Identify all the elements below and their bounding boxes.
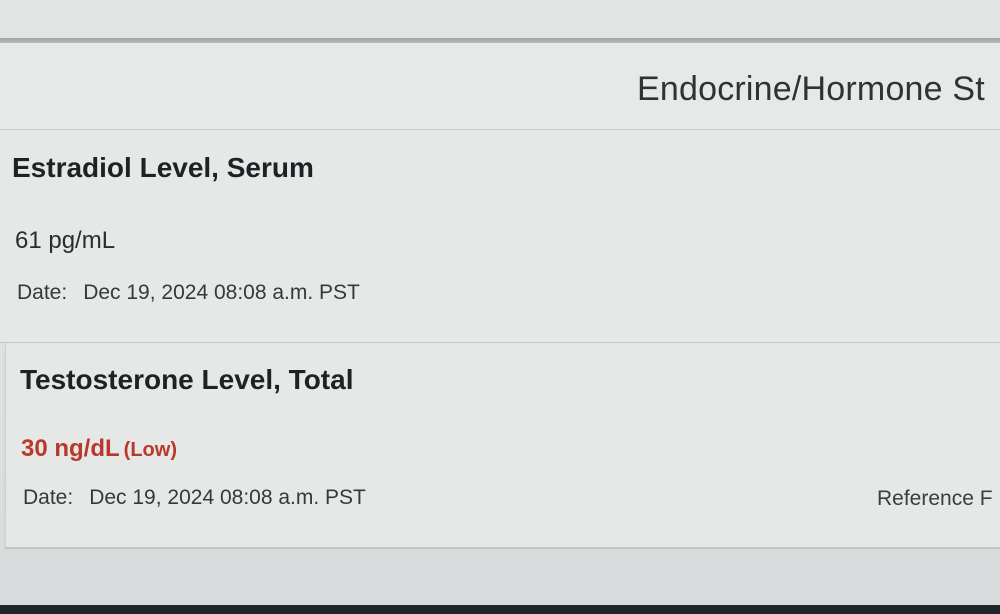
date-value: Dec 19, 2024 08:08 a.m. PST [83,281,360,304]
section-title: Endocrine/Hormone St [637,70,985,108]
result-card-testosterone[interactable]: Testosterone Level, Total 30 ng/dL (Low) … [5,343,1000,549]
date-label: Date: [17,281,68,304]
top-strip [0,0,1000,40]
screen-bezel [0,605,1000,614]
result-value-abnormal: 30 ng/dL (Low) [21,435,177,463]
test-name: Testosterone Level, Total [20,364,354,395]
date-label: Date: [23,486,74,509]
result-value: 30 ng/dL [21,435,120,462]
low-flag-badge: (Low) [123,439,177,461]
lab-results-screen: Endocrine/Hormone St Estradiol Level, Se… [0,0,1000,614]
result-value: 61 pg/mL [15,227,116,254]
bottom-band [0,549,1000,605]
result-date-row: Date: Dec 19, 2024 08:08 a.m. PST [23,486,366,510]
result-card-estradiol[interactable]: Estradiol Level, Serum 61 pg/mL Date: Dec… [0,130,1000,343]
test-name: Estradiol Level, Serum [12,152,314,183]
result-date-row: Date: Dec 19, 2024 08:08 a.m. PST [17,281,360,305]
reference-range-link[interactable]: Reference F [877,487,993,511]
date-value: Dec 19, 2024 08:08 a.m. PST [89,486,366,509]
